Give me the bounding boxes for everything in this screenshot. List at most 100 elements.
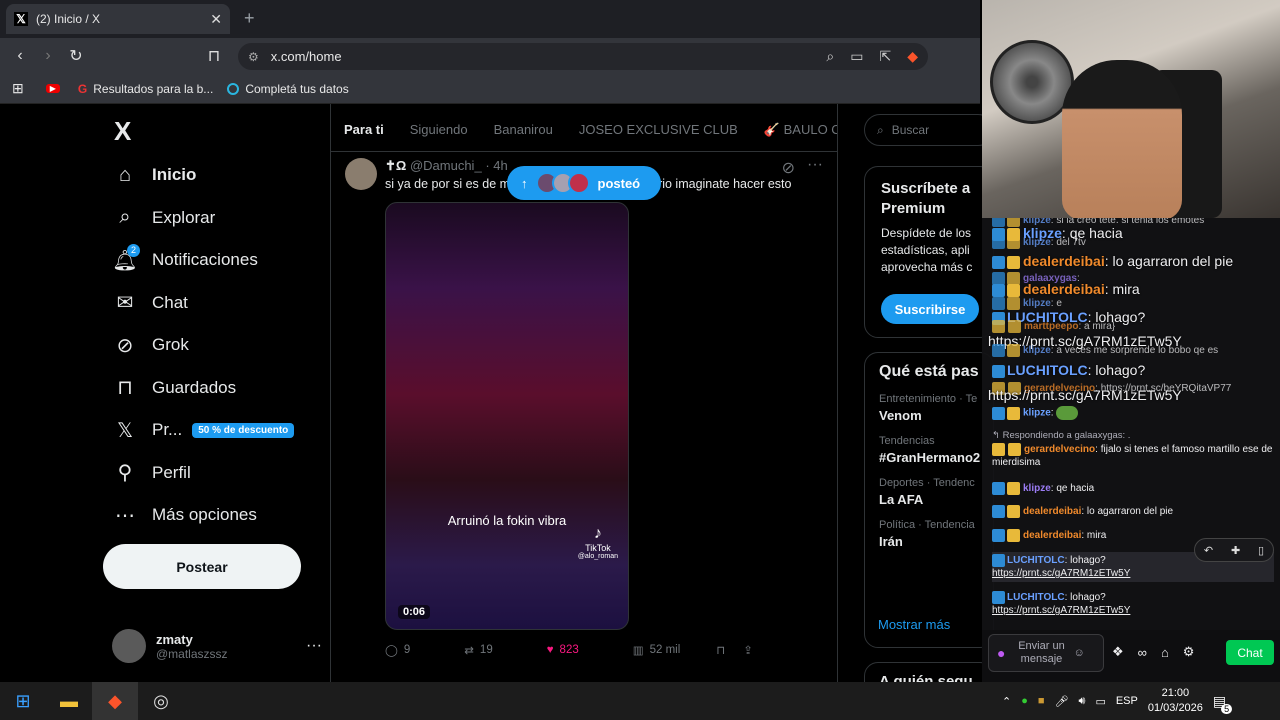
address-bar[interactable]: ⚙ x.com/home ⌕ ▭ ⇱ ◆ — [238, 43, 928, 70]
language-indicator[interactable]: ESP — [1116, 695, 1138, 707]
gear-icon[interactable]: ⚙ — [1183, 644, 1195, 660]
emote-icon[interactable]: ☺ — [1073, 647, 1084, 659]
chat-send-button[interactable]: Chat — [1226, 640, 1274, 665]
system-tray: ⌃ ● ■ 🎤︎ 🔊︎ ▭ ESP 21:00 01/03/2026 ▤ 5 — [1000, 682, 1280, 720]
post-header: ✝Ω @Damuchi_ · 4h — [385, 158, 508, 173]
file-explorer-icon[interactable]: ▬ — [46, 682, 92, 720]
windows-start-icon[interactable]: ⊞ — [0, 682, 46, 720]
infinity-icon[interactable]: ∞ — [1138, 645, 1147, 660]
network-icon[interactable]: ▭ — [1095, 695, 1105, 708]
avatar-stack — [535, 172, 590, 194]
chevron-up-icon[interactable]: ⌃ — [1002, 695, 1011, 708]
sidebar-item-premium[interactable]: 𝕏 Pr... 50 % de descuento — [100, 409, 330, 452]
premium-title: Suscríbete a Premium — [881, 180, 971, 217]
bookmark-item[interactable]: G Resultados para la b... — [78, 82, 213, 96]
repost-button[interactable]: ⇄ 19 — [464, 643, 492, 657]
tab-bananirou[interactable]: Bananirou — [481, 122, 566, 137]
tab-title: (2) Inicio / X — [36, 12, 101, 26]
site-info-icon[interactable]: ⚙ — [248, 50, 259, 64]
subscribe-button[interactable]: Suscribirse — [881, 294, 979, 324]
x-logo[interactable]: X — [100, 104, 330, 154]
streamer-image — [1062, 60, 1182, 218]
x-favicon-icon: 𝕏 — [14, 12, 28, 26]
tray-app-icon[interactable]: ■ — [1038, 695, 1045, 707]
volume-icon[interactable]: 🔊︎ — [1079, 695, 1086, 708]
search-input[interactable]: ⌕ Buscar — [864, 114, 994, 146]
cast-icon[interactable]: ▭ — [850, 48, 863, 65]
pin-icon[interactable]: ✚ — [1231, 544, 1240, 557]
like-button[interactable]: ♥ 823 — [547, 644, 579, 656]
obs-icon[interactable]: ◎ — [138, 682, 184, 720]
trash-icon[interactable]: ▯ — [1258, 544, 1264, 557]
chat-message: klipze: del 7tv — [992, 236, 1274, 249]
post-video[interactable]: Arruinó la fokin vibra ♪ TikTok @alo_roman… — [385, 202, 629, 630]
webcam-overlay — [982, 0, 1280, 218]
brave-icon[interactable]: ◆ — [92, 682, 138, 720]
tab-siguiendo[interactable]: Siguiendo — [397, 122, 481, 137]
views-button[interactable]: ▥ 52 mil — [633, 643, 681, 657]
sidebar-item-chat[interactable]: ✉ Chat — [100, 282, 330, 325]
bookmark-item[interactable]: Completá tus datos — [227, 82, 349, 96]
post-actions: ◯ 9 ⇄ 19 ♥ 823 ▥ 52 mil ⊓ ⇪ — [385, 640, 825, 660]
trend-item[interactable]: Tendencias #GranHermano2 — [879, 435, 980, 465]
more-icon[interactable]: ··· — [807, 156, 823, 174]
tiktok-icon: ♪ — [593, 525, 602, 542]
chat-message: LUCHITOLC: lohago? https://prnt.sc/gA7RM1… — [992, 591, 1131, 617]
sidebar-item-guardados[interactable]: ⊓ Guardados — [100, 367, 330, 410]
video-duration: 0:06 — [398, 605, 431, 619]
new-posts-pill[interactable]: ↑ posteó — [507, 166, 661, 200]
brave-shield-icon[interactable]: ◆ — [907, 48, 918, 65]
chat-link[interactable]: https://prnt.sc/gA7RM1zETw5Y — [992, 605, 1130, 616]
reload-icon[interactable]: ↻ — [62, 46, 90, 66]
chat-link[interactable]: https://prnt.sc/gA7RM1zETw5Y — [992, 568, 1130, 579]
post-handle[interactable]: @Damuchi_ — [410, 158, 482, 173]
chat-message: klipze: qe hacia — [992, 482, 1274, 495]
share-icon[interactable]: ⇪ — [743, 643, 753, 657]
bookmark-icon[interactable]: ⊓ — [716, 643, 725, 657]
sidebar-item-inicio[interactable]: ⌂ Inicio — [100, 154, 330, 197]
reply-button[interactable]: ◯ 9 — [385, 643, 410, 657]
chat-message: klipze: — [992, 406, 1274, 420]
apps-grid-icon[interactable]: ⊞ — [12, 80, 24, 97]
tab-joseo[interactable]: JOSEO EXCLUSIVE CLUB — [566, 122, 751, 137]
sidebar-item-notificaciones[interactable]: 🔔︎ 2 Notificaciones — [100, 239, 330, 282]
account-switcher[interactable]: zmaty @matlaszssz ··· — [112, 624, 322, 668]
show-more-link[interactable]: Mostrar más — [878, 617, 950, 632]
grok-icon[interactable]: ⊘ — [782, 158, 795, 178]
trend-item[interactable]: Política · Tendencia Irán — [879, 519, 979, 549]
sidebar-item-grok[interactable]: ⊘ Grok — [100, 324, 330, 367]
home-icon: ⌂ — [118, 163, 132, 186]
bookmark-page-icon[interactable]: ⊓ — [200, 46, 228, 66]
repost-icon: ⇄ — [464, 645, 474, 657]
more-icon[interactable]: ··· — [306, 637, 322, 655]
grok-icon: ⊘ — [116, 334, 134, 357]
youtube-icon[interactable]: ▶ — [45, 84, 60, 93]
post-button[interactable]: Postear — [103, 544, 301, 589]
chat-message: klipze: a veces me sorprende lo bobo qe … — [992, 344, 1274, 357]
new-tab-icon[interactable]: + — [244, 8, 255, 29]
notification-center-icon[interactable]: ▤ 5 — [1213, 693, 1233, 714]
mic-icon[interactable]: ● — [997, 645, 1005, 661]
chat-input[interactable]: ● Enviar un mensaje ☺ — [988, 634, 1104, 672]
zoom-search-icon[interactable]: ⌕ — [826, 48, 834, 65]
premium-text: Despídete de los estadísticas, apli apro… — [881, 226, 973, 274]
sidebar-item-mas-opciones[interactable]: ⋯ Más opciones — [100, 494, 330, 537]
sidebar-item-perfil[interactable]: ⚲ Perfil — [100, 452, 330, 495]
points-icon[interactable]: ❖ — [1112, 644, 1124, 660]
clock[interactable]: 21:00 01/03/2026 — [1148, 686, 1203, 716]
tab-baulo[interactable]: 🎸 BAULO CL — [751, 122, 837, 138]
share-icon[interactable]: ⇱ — [879, 48, 891, 65]
close-tab-icon[interactable]: ✕ — [210, 11, 222, 28]
forward-icon[interactable]: › — [34, 47, 62, 65]
tray-app-icon[interactable]: ● — [1021, 695, 1028, 707]
back-icon[interactable]: ‹ — [6, 47, 34, 65]
reply-icon[interactable]: ↶ — [1204, 544, 1213, 557]
trend-item[interactable]: Entretenimiento · Te Venom — [879, 393, 979, 423]
trend-item[interactable]: Deportes · Tendenc La AFA — [879, 477, 979, 507]
avatar[interactable] — [345, 158, 377, 190]
sidebar-item-explorar[interactable]: ⌕ Explorar — [100, 197, 330, 240]
store-icon[interactable]: ⌂ — [1161, 645, 1169, 660]
tab-para-ti[interactable]: Para ti — [331, 122, 397, 137]
mic-icon[interactable]: 🎤︎ — [1055, 695, 1069, 708]
browser-tab[interactable]: 𝕏 (2) Inicio / X ✕ — [6, 4, 230, 34]
